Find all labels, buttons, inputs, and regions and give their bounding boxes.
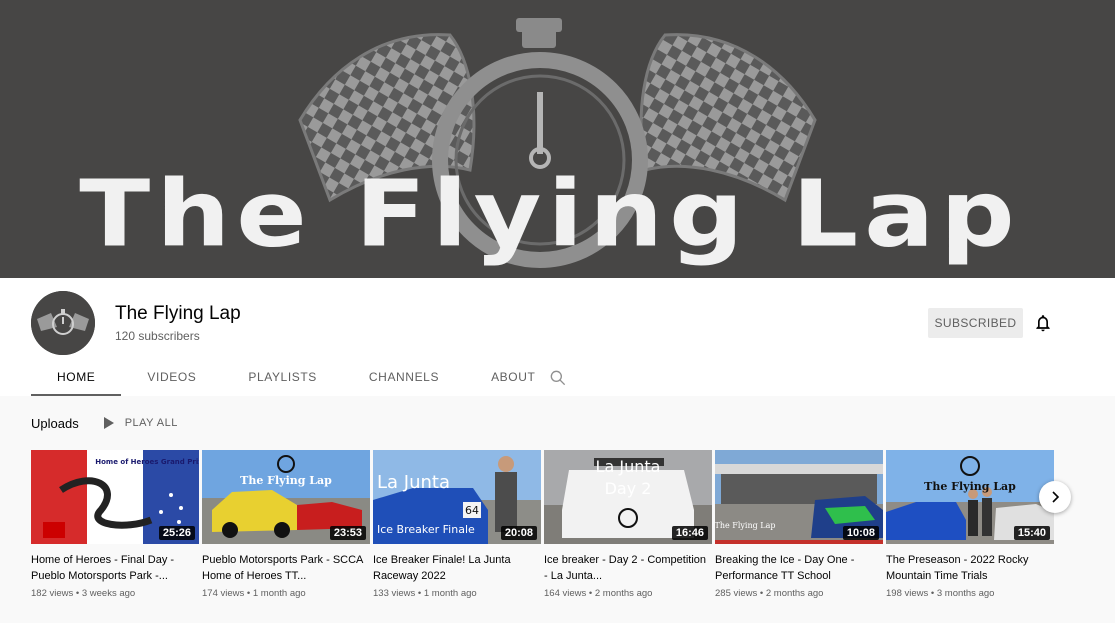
- play-all-label: PLAY ALL: [124, 417, 178, 429]
- video-age: 3 weeks ago: [81, 588, 136, 599]
- video-meta: 285 views • 2 months ago: [715, 588, 824, 599]
- video-card[interactable]: La Junta 64 Ice Breaker Finale 20:08 Ice…: [373, 450, 541, 599]
- video-meta: 164 views • 2 months ago: [544, 588, 653, 599]
- thumb-caption: The Flying Lap: [240, 474, 332, 487]
- video-thumbnail[interactable]: Home of Heroes Grand Prix 25:26: [31, 450, 199, 544]
- video-thumbnail[interactable]: La Junta Day 2 16:46: [544, 450, 712, 544]
- channel-name[interactable]: The Flying Lap: [115, 303, 241, 325]
- video-age: 1 month ago: [423, 588, 477, 599]
- video-title[interactable]: Pueblo Motorsports Park - SCCA Home of H…: [202, 552, 370, 584]
- shelf-next-button[interactable]: [1039, 481, 1071, 513]
- video-thumbnail[interactable]: La Junta 64 Ice Breaker Finale 20:08: [373, 450, 541, 544]
- video-meta: 174 views • 1 month ago: [202, 588, 306, 599]
- video-meta: 182 views • 3 weeks ago: [31, 588, 136, 599]
- tab-about[interactable]: ABOUT: [465, 358, 561, 396]
- video-title[interactable]: Breaking the Ice - Day One - Performance…: [715, 552, 883, 584]
- uploads-shelf: Home of Heroes Grand Prix 25:26 Home of …: [31, 450, 1056, 620]
- notification-bell-icon[interactable]: [1033, 312, 1053, 334]
- subscribed-button[interactable]: SUBSCRIBED: [928, 308, 1023, 338]
- video-age: 2 months ago: [765, 588, 824, 599]
- search-icon[interactable]: [548, 368, 568, 388]
- video-duration: 10:08: [842, 526, 879, 540]
- play-icon: [103, 417, 114, 429]
- uploads-title[interactable]: Uploads: [31, 416, 79, 431]
- thumb-caption: La Junta: [377, 472, 450, 493]
- video-meta: 133 views • 1 month ago: [373, 588, 477, 599]
- channel-banner: The Flying Lap: [0, 0, 1115, 278]
- video-views: 133 views: [373, 588, 416, 599]
- tab-playlists[interactable]: PLAYLISTS: [222, 358, 343, 396]
- thumb-caption: Home of Heroes Grand Prix: [95, 458, 199, 466]
- uploads-header: Uploads PLAY ALL: [31, 413, 178, 433]
- thumb-caption: The Flying Lap: [924, 480, 1016, 493]
- tab-videos[interactable]: VIDEOS: [121, 358, 222, 396]
- chevron-right-icon: [1052, 491, 1060, 503]
- video-card[interactable]: The Flying Lap 10:08 Breaking the Ice - …: [715, 450, 883, 599]
- channel-avatar[interactable]: [31, 291, 95, 355]
- thumb-caption: The Flying Lap: [715, 521, 775, 530]
- video-meta: 198 views • 3 months ago: [886, 588, 995, 599]
- avatar-logo-icon: [31, 291, 95, 355]
- thumb-subcaption: Day 2: [605, 479, 652, 498]
- video-age: 3 months ago: [936, 588, 995, 599]
- video-views: 174 views: [202, 588, 245, 599]
- video-duration: 15:40: [1013, 526, 1050, 540]
- subscriber-count: 120 subscribers: [115, 329, 200, 343]
- thumb-number: 64: [465, 504, 479, 517]
- video-duration: 23:53: [329, 526, 366, 540]
- video-views: 285 views: [715, 588, 758, 599]
- video-views: 198 views: [886, 588, 929, 599]
- video-card[interactable]: Home of Heroes Grand Prix 25:26 Home of …: [31, 450, 199, 599]
- video-duration: 16:46: [671, 526, 708, 540]
- video-title[interactable]: The Preseason - 2022 Rocky Mountain Time…: [886, 552, 1054, 584]
- video-thumbnail[interactable]: The Flying Lap 10:08: [715, 450, 883, 544]
- video-card[interactable]: The Flying Lap 15:40 The Preseason - 202…: [886, 450, 1054, 599]
- video-title[interactable]: Ice breaker - Day 2 - Competition - La J…: [544, 552, 712, 584]
- video-title[interactable]: Home of Heroes - Final Day - Pueblo Moto…: [31, 552, 199, 584]
- thumb-caption: La Junta: [596, 457, 661, 476]
- video-thumbnail[interactable]: The Flying Lap 15:40: [886, 450, 1054, 544]
- channel-header: The Flying Lap 120 subscribers SUBSCRIBE…: [0, 278, 1115, 396]
- video-card[interactable]: The Flying Lap 23:53 Pueblo Motorsports …: [202, 450, 370, 599]
- video-card[interactable]: La Junta Day 2 16:46 Ice breaker - Day 2…: [544, 450, 712, 599]
- tab-channels[interactable]: CHANNELS: [343, 358, 465, 396]
- video-title[interactable]: Ice Breaker Finale! La Junta Raceway 202…: [373, 552, 541, 584]
- banner-title: The Flying Lap: [79, 160, 1021, 268]
- video-duration: 20:08: [500, 526, 537, 540]
- tab-home[interactable]: HOME: [31, 358, 122, 396]
- video-thumbnail[interactable]: The Flying Lap 23:53: [202, 450, 370, 544]
- video-views: 182 views: [31, 588, 74, 599]
- video-duration: 25:26: [158, 526, 195, 540]
- play-all-button[interactable]: PLAY ALL: [103, 416, 178, 430]
- video-age: 2 months ago: [594, 588, 653, 599]
- video-views: 164 views: [544, 588, 587, 599]
- channel-tabs: HOME VIDEOS PLAYLISTS CHANNELS ABOUT: [31, 358, 566, 396]
- thumb-subcaption: Ice Breaker Finale: [377, 523, 475, 536]
- video-age: 1 month ago: [252, 588, 306, 599]
